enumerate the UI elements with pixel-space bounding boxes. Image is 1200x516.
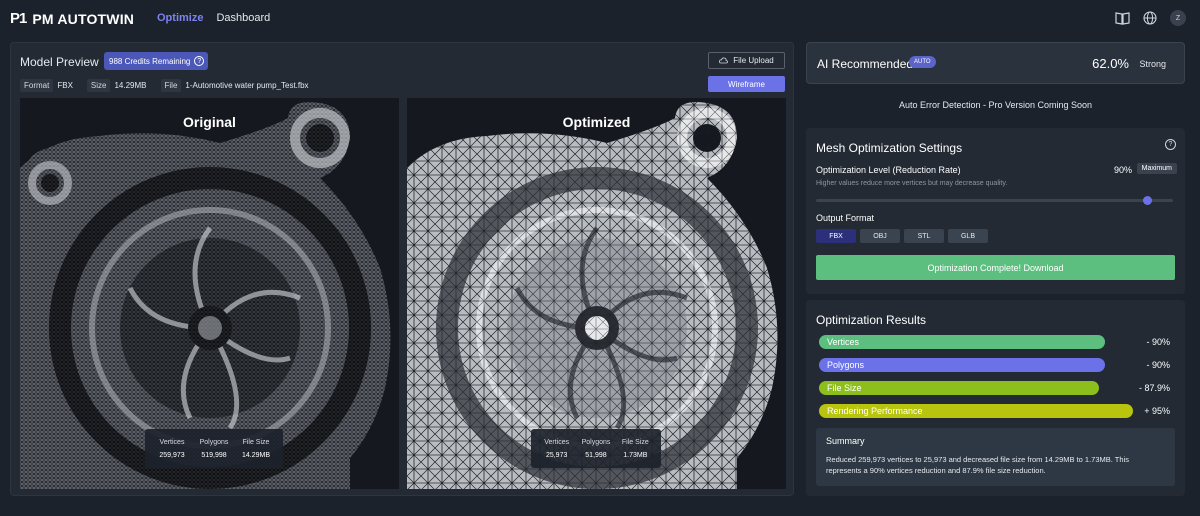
bar-label: Rendering Performance xyxy=(827,406,923,416)
format-label: Format xyxy=(20,79,54,92)
output-format-label: Output Format xyxy=(816,213,875,223)
format-stl-button[interactable]: STL xyxy=(904,229,944,243)
logo-mark: P1 xyxy=(10,10,27,27)
output-format-group: FBX OBJ STL GLB xyxy=(816,229,988,243)
ai-recommended-title: AI Recommended xyxy=(817,57,914,71)
optimized-vertices-stat: Vertices 25,973 xyxy=(537,429,576,468)
mesh-settings-card: Mesh Optimization Settings ? Optimizatio… xyxy=(806,128,1185,294)
nav-dashboard[interactable]: Dashboard xyxy=(216,12,270,24)
polygons-result-bar: Polygons - 90% xyxy=(819,358,1170,372)
model-preview-panel: Model Preview 988 Credits Remaining ? Fo… xyxy=(10,42,794,496)
globe-icon[interactable] xyxy=(1142,10,1158,26)
book-icon[interactable] xyxy=(1114,10,1130,26)
summary-title: Summary xyxy=(826,436,865,446)
download-button[interactable]: Optimization Complete! Download xyxy=(816,255,1175,280)
file-value: 1-Automotive water pump_Test.fbx xyxy=(185,81,309,90)
stat-label: Vertices xyxy=(544,438,570,446)
bar-value: + 95% xyxy=(1144,406,1170,416)
stat-value: 519,998 xyxy=(201,451,227,459)
original-vertices-stat: Vertices 259,973 xyxy=(151,429,193,468)
stat-label: File Size xyxy=(621,438,649,446)
format-value: FBX xyxy=(57,81,73,90)
file-label: File xyxy=(160,79,182,92)
vertices-result-bar: Vertices - 90% xyxy=(819,335,1170,349)
credits-badge[interactable]: 988 Credits Remaining ? xyxy=(104,52,209,70)
optimization-hint: Higher values reduce more vertices but m… xyxy=(816,180,1008,187)
reduction-slider[interactable] xyxy=(816,196,1173,205)
bar-value: - 90% xyxy=(1146,360,1170,370)
logo[interactable]: P1 PM AUTOTWIN xyxy=(10,10,134,27)
ai-recommended-card[interactable]: AI Recommended AUTO 62.0% Strong xyxy=(806,42,1185,84)
ai-strength: Strong xyxy=(1139,59,1166,69)
size-value: 14.29MB xyxy=(114,81,147,90)
main-nav: Optimize Dashboard xyxy=(157,12,270,24)
auto-error-notice: Auto Error Detection - Pro Version Comin… xyxy=(898,100,1093,110)
model-preview-title: Model Preview xyxy=(20,55,99,69)
stat-value: 14.29MB xyxy=(241,451,271,459)
file-upload-label: File Upload xyxy=(733,56,774,65)
credits-label: 988 Credits Remaining xyxy=(109,56,191,66)
wireframe-button[interactable]: Wireframe xyxy=(708,76,785,92)
summary-box: Summary Reduced 259,973 vertices to 25,9… xyxy=(816,428,1175,486)
size-label: Size xyxy=(86,79,111,92)
bar-label: Polygons xyxy=(827,360,865,370)
optimized-polygons-stat: Polygons 51,998 xyxy=(576,429,615,468)
nav-optimize[interactable]: Optimize xyxy=(157,12,203,24)
file-upload-button[interactable]: File Upload xyxy=(708,52,785,69)
optimized-viewport[interactable]: Optimized Vertices 25,973 Polygons 51,99… xyxy=(407,98,786,489)
original-title: Original xyxy=(183,114,236,130)
stat-label: File Size xyxy=(242,438,270,446)
slider-handle[interactable] xyxy=(1143,196,1152,205)
logo-text: PM AUTOTWIN xyxy=(32,10,135,27)
original-viewport[interactable]: Original Vertices 259,973 Polygons 519,9… xyxy=(20,98,399,489)
format-glb-button[interactable]: GLB xyxy=(948,229,988,243)
ai-percent: 62.0% xyxy=(1092,56,1129,71)
help-icon[interactable]: ? xyxy=(194,56,205,66)
format-fbx-button[interactable]: FBX xyxy=(816,229,856,243)
top-header: P1 PM AUTOTWIN Optimize Dashboard Z xyxy=(0,0,1200,38)
header-icons: Z xyxy=(1114,10,1186,26)
stat-value: 25,973 xyxy=(545,451,568,459)
stat-label: Vertices xyxy=(159,438,185,446)
bar-label: File Size xyxy=(827,383,862,393)
optimization-level-label: Optimization Level (Reduction Rate) xyxy=(816,165,961,175)
bar-value: - 90% xyxy=(1146,337,1170,347)
bar-fill xyxy=(819,335,1105,349)
maximum-badge: Maximum xyxy=(1136,163,1177,174)
filesize-result-bar: File Size - 87.9% xyxy=(819,381,1170,395)
optimization-level-value: 90% xyxy=(1113,165,1132,175)
optimized-stats: Vertices 25,973 Polygons 51,998 File Siz… xyxy=(531,429,661,468)
file-meta: Format FBX Size 14.29MB File 1-Automotiv… xyxy=(20,79,319,92)
stat-value: 51,998 xyxy=(585,451,607,459)
stat-value: 259,973 xyxy=(159,451,185,459)
help-icon[interactable]: ? xyxy=(1165,139,1176,150)
avatar[interactable]: Z xyxy=(1170,10,1186,26)
original-stats: Vertices 259,973 Polygons 519,998 File S… xyxy=(145,429,283,468)
format-obj-button[interactable]: OBJ xyxy=(860,229,900,243)
summary-text: Reduced 259,973 vertices to 25,973 and d… xyxy=(826,455,1129,475)
bar-value: - 87.9% xyxy=(1138,383,1170,393)
stat-label: Polygons xyxy=(199,438,229,446)
original-polygons-stat: Polygons 519,998 xyxy=(193,429,235,468)
mesh-settings-title: Mesh Optimization Settings xyxy=(816,141,963,155)
original-filesize-stat: File Size 14.29MB xyxy=(235,429,277,468)
optimization-results-card: Optimization Results Vertices - 90% Poly… xyxy=(806,300,1185,496)
rendering-result-bar: Rendering Performance + 95% xyxy=(819,404,1170,418)
stat-label: Polygons xyxy=(581,438,611,446)
optimized-title: Optimized xyxy=(562,114,631,130)
optimized-filesize-stat: File Size 1.73MB xyxy=(616,429,655,468)
stat-value: 1.73MB xyxy=(623,451,648,459)
cloud-upload-icon xyxy=(719,57,729,64)
auto-badge: AUTO xyxy=(909,56,936,68)
results-title: Optimization Results xyxy=(816,313,927,327)
bar-label: Vertices xyxy=(827,337,860,347)
